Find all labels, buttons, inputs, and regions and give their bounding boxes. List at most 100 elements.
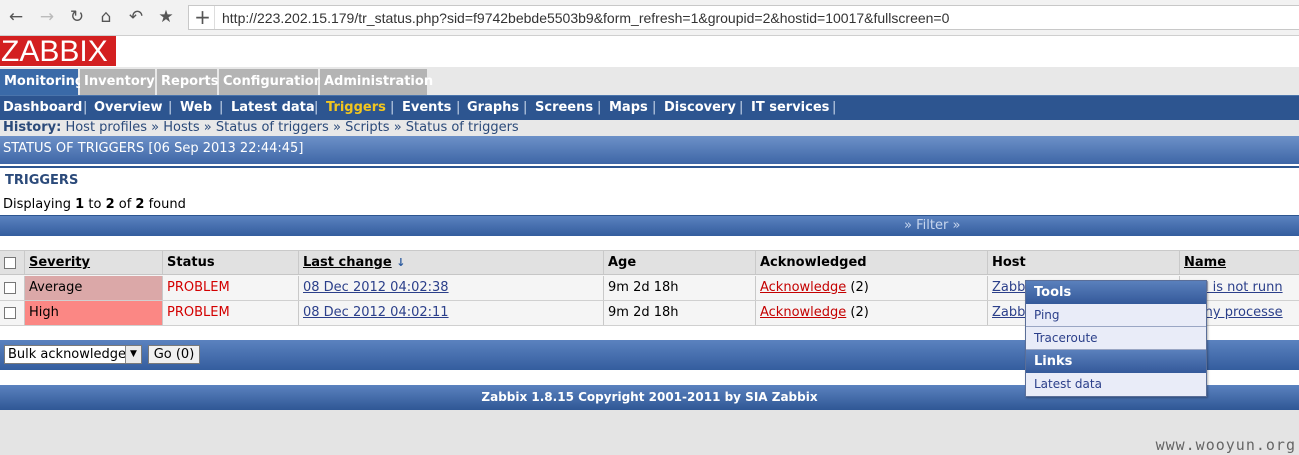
header-last-change[interactable]: Last change ↓	[299, 251, 604, 274]
history-breadcrumb: History: Host profiles » Hosts » Status …	[0, 120, 1299, 136]
home-icon[interactable]: ⌂	[95, 6, 117, 28]
select-all-cell	[0, 251, 25, 274]
go-button[interactable]: Go (0)	[148, 345, 200, 364]
history-label: History:	[3, 120, 62, 135]
host-link[interactable]: Zabbi	[992, 280, 1029, 295]
tab-configuration[interactable]: Configuration	[219, 69, 323, 95]
chevron-down-icon: »	[904, 218, 912, 233]
result-count: Displaying 1 to 2 of 2 found	[3, 197, 186, 212]
new-tab-icon[interactable]: +	[191, 6, 215, 29]
watermark: www.wooyun.org	[1155, 436, 1296, 454]
submenu-discovery[interactable]: Discovery	[664, 100, 736, 115]
address-bar[interactable]: + http://223.202.15.179/tr_status.php?si…	[188, 5, 1299, 30]
submenu-maps[interactable]: Maps	[609, 100, 648, 115]
history-item[interactable]: Scripts	[345, 120, 389, 135]
submenu-latest-data[interactable]: Latest data	[231, 100, 315, 115]
row-checkbox[interactable]	[4, 282, 16, 294]
section-title: TRIGGERS	[5, 173, 79, 188]
url-text[interactable]: http://223.202.15.179/tr_status.php?sid=…	[222, 10, 949, 26]
last-change-cell: 08 Dec 2012 04:02:38	[299, 276, 604, 300]
main-menu: Monitoring Inventory Reports Configurati…	[0, 67, 1299, 95]
submenu-graphs[interactable]: Graphs	[467, 100, 519, 115]
page-bottom	[0, 410, 1299, 455]
submenu-web[interactable]: Web	[180, 100, 212, 115]
popup-item-ping[interactable]: Ping	[1026, 304, 1206, 327]
sort-desc-icon: ↓	[396, 256, 406, 269]
row-select-cell	[0, 301, 25, 325]
header-name[interactable]: Name	[1180, 251, 1299, 274]
acknowledged-cell: Acknowledge (2)	[756, 276, 988, 300]
status-cell: PROBLEM	[163, 276, 299, 300]
severity-cell: High	[25, 301, 163, 325]
row-checkbox[interactable]	[4, 307, 16, 319]
header-status: Status	[163, 251, 299, 274]
select-all-checkbox[interactable]	[4, 257, 16, 269]
reload-icon[interactable]: ↻	[66, 6, 88, 28]
popup-item-latest-data[interactable]: Latest data	[1026, 373, 1206, 396]
host-context-menu: Tools Ping Traceroute Links Latest data	[1025, 280, 1207, 397]
breadcrumb-separator: »	[332, 120, 341, 135]
filter-bar[interactable]: » Filter »	[0, 215, 1299, 236]
tab-inventory[interactable]: Inventory	[80, 69, 155, 95]
history-item[interactable]: Status of triggers	[216, 120, 329, 135]
popup-links-header: Links	[1026, 350, 1206, 373]
tab-administration[interactable]: Administration	[320, 69, 433, 95]
submenu-screens[interactable]: Screens	[535, 100, 593, 115]
submenu-separator: |	[832, 100, 837, 115]
header-severity[interactable]: Severity	[25, 251, 163, 274]
acknowledge-link[interactable]: Acknowledge	[760, 305, 846, 320]
submenu-dashboard[interactable]: Dashboard	[3, 100, 82, 115]
tab-monitoring[interactable]: Monitoring	[0, 69, 84, 95]
header-acknowledged: Acknowledged	[756, 251, 988, 274]
popup-tools-header: Tools	[1026, 281, 1206, 304]
popup-item-traceroute[interactable]: Traceroute	[1026, 327, 1206, 350]
breadcrumb-separator: »	[203, 120, 212, 135]
tab-reports[interactable]: Reports	[157, 69, 218, 95]
header-host: Host	[988, 251, 1180, 274]
submenu-separator: |	[597, 100, 602, 115]
header-age: Age	[604, 251, 756, 274]
submenu-overview[interactable]: Overview	[94, 100, 163, 115]
acknowledged-cell: Acknowledge (2)	[756, 301, 988, 325]
history-item[interactable]: Hosts	[163, 120, 199, 135]
zabbix-logo[interactable]: ZABBIX	[0, 36, 116, 68]
chevron-down-icon[interactable]: ▼	[125, 346, 141, 363]
submenu-separator: |	[168, 100, 173, 115]
page-title: STATUS OF TRIGGERS [06 Sep 2013 22:44:45…	[0, 136, 1299, 164]
ack-count: (2)	[850, 305, 869, 320]
breadcrumb-separator: »	[151, 120, 160, 135]
submenu-separator: |	[219, 100, 224, 115]
divider	[0, 166, 1299, 168]
submenu-separator: |	[456, 100, 461, 115]
table-header: Severity Status Last change ↓ Age Acknow…	[0, 251, 1299, 275]
browser-toolbar: ← → ↻ ⌂ ↶ ★ + http://223.202.15.179/tr_s…	[0, 0, 1299, 36]
submenu-separator: |	[314, 100, 319, 115]
filter-label: Filter	[916, 218, 949, 233]
status-cell: PROBLEM	[163, 301, 299, 325]
history-item[interactable]: Status of triggers	[406, 120, 519, 135]
acknowledge-link[interactable]: Acknowledge	[760, 280, 846, 295]
star-icon[interactable]: ★	[155, 6, 177, 28]
submenu-it-services[interactable]: IT services	[751, 100, 829, 115]
last-change-link[interactable]: 08 Dec 2012 04:02:38	[303, 280, 449, 295]
filter-toggle[interactable]: » Filter »	[904, 218, 960, 233]
age-cell: 9m 2d 18h	[604, 276, 756, 300]
submenu-separator: |	[83, 100, 88, 115]
bulk-action-select[interactable]: Bulk acknowledge ▼	[4, 345, 142, 364]
forward-icon[interactable]: →	[36, 6, 58, 28]
history-item[interactable]: Host profiles	[65, 120, 147, 135]
back-icon[interactable]: ←	[5, 6, 27, 28]
last-change-link[interactable]: 08 Dec 2012 04:02:11	[303, 305, 449, 320]
host-link[interactable]: Zabbi	[992, 305, 1029, 320]
row-select-cell	[0, 276, 25, 300]
severity-cell: Average	[25, 276, 163, 300]
submenu-events[interactable]: Events	[402, 100, 451, 115]
submenu-separator: |	[739, 100, 744, 115]
last-change-cell: 08 Dec 2012 04:02:11	[299, 301, 604, 325]
age-cell: 9m 2d 18h	[604, 301, 756, 325]
submenu-separator: |	[652, 100, 657, 115]
ack-count: (2)	[850, 280, 869, 295]
undo-icon[interactable]: ↶	[125, 6, 147, 28]
breadcrumb-separator: »	[393, 120, 402, 135]
submenu-triggers[interactable]: Triggers	[326, 100, 386, 115]
